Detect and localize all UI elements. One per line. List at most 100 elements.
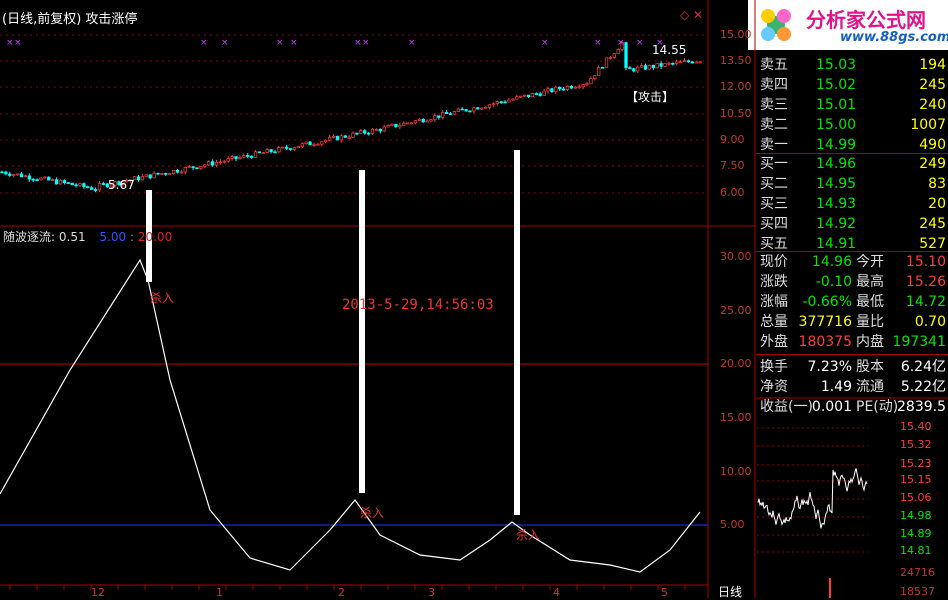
signal-marker: × [362,38,370,48]
quote-value: 14.72 [905,294,946,310]
sell-level-row[interactable]: 卖四 15.02 245 [760,75,948,95]
candle-body [54,179,59,185]
candle-body [300,143,304,147]
order-price: 14.93 [816,196,857,212]
candle-body [616,49,620,55]
order-volume: 245 [919,77,946,93]
sell-level-row[interactable]: 卖三 15.01 240 [760,95,948,115]
quote-label: 总量 [760,314,788,330]
candle-body [405,122,410,125]
candle-body [593,75,597,79]
candle-body [222,160,226,163]
candle-body [456,108,460,112]
candle-body [183,166,187,173]
buy-level-row[interactable]: 买二 14.95 83 [760,174,948,194]
candle-body [327,136,332,141]
candle-body [530,93,535,98]
candle-body [522,94,527,97]
candle-body [636,66,640,72]
candle-body [86,186,90,189]
signal-marker: × [636,38,644,48]
order-price: 14.96 [816,156,857,172]
candle-body [58,180,63,185]
candle-body [218,161,223,164]
candle-body [675,61,679,64]
candle-body [698,61,702,64]
signal-marker: × [14,38,22,48]
price-axis-label: 13.50 [720,54,752,67]
candle-body [507,99,511,103]
minute-axis-label: 15.15 [900,473,932,486]
sell-level-row[interactable]: 卖五 15.03 194 [760,55,948,75]
quote-value: 15.10 [905,254,946,270]
quote-value: 14.96 [811,254,852,270]
candle-body [265,149,269,154]
candle-body [460,108,464,111]
candle-body [199,166,203,169]
candle-body [39,177,43,181]
buy-signal-label-1: 杀入 [150,291,175,305]
order-level-label: 卖一 [760,137,788,153]
candle-body [281,146,285,149]
candle-body [561,88,566,91]
quote-row: 净资 1.49 流通 5.22亿 [760,377,948,397]
candle-body [565,85,570,90]
candle-body [292,147,297,150]
order-price: 15.01 [816,97,857,113]
minute-axis-label: 14.89 [900,527,932,540]
quote-label: 今开 [856,254,884,270]
indicator-label: 随波逐流: [3,230,56,244]
candle-body [140,176,145,181]
candle-body [534,93,538,95]
candle-body [421,118,425,123]
candle-body [363,130,367,134]
candle-body [15,173,20,176]
candle-body [136,176,141,181]
candle-body [628,67,632,70]
order-level-label: 买一 [760,156,788,172]
minute-axis-label: 15.32 [900,438,932,451]
buy-level-row[interactable]: 买四 14.92 245 [760,214,948,234]
candle-body [4,171,8,175]
signal-marker: × [594,38,602,48]
candle-body [495,101,499,105]
candle-body [386,125,390,128]
candle-body [569,85,574,89]
x-label-mar: 3 [428,586,435,599]
indicator-axis-label: 25.00 [720,304,752,317]
sell-level-row[interactable]: 卖二 15.00 1007 [760,115,948,135]
candle-body [608,57,613,59]
candle-body [491,103,496,106]
quote-value: 15.26 [905,274,946,290]
candle-body [409,122,414,125]
sell-level-row[interactable]: 卖一 14.99 490 [760,135,948,155]
minute-axis-label: 15.40 [900,420,932,433]
candle-body [23,175,28,178]
candle-body [429,119,433,122]
candle-body [93,189,98,191]
candle-body [378,128,382,132]
candle-body [678,61,683,64]
candle-body [390,123,394,126]
candle-body [347,136,351,139]
buy-level-row[interactable]: 买三 14.93 20 [760,194,948,214]
signal-marker: × [276,38,284,48]
candle-body [526,94,531,98]
order-level-label: 卖二 [760,117,788,133]
signal-marker: × [617,38,625,48]
quote-label: 涨幅 [760,294,788,310]
minute-axis-label: 15.06 [900,491,932,504]
indicator-axis-label: 5.00 [720,518,745,531]
candle-body [246,155,250,157]
candle-body [164,173,168,175]
candle-body [234,156,238,159]
buy-level-row[interactable]: 买一 14.96 249 [760,154,948,174]
x-label-feb: 2 [338,586,345,599]
candle-body [667,62,671,65]
attack-signal-tag: 【攻击】 [626,88,675,105]
quote-row: 涨跌 -0.10 最高 15.26 [760,272,948,292]
period-button[interactable]: 日线 [718,583,742,600]
candle-body [242,155,246,158]
order-level-label: 卖四 [760,77,788,93]
candle-body [171,169,176,175]
